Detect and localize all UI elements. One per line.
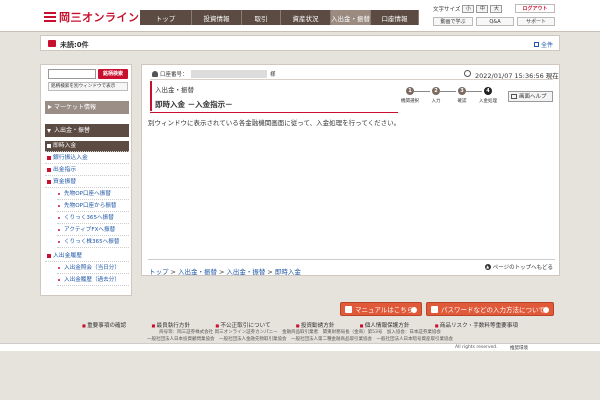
manual-button[interactable]: マニュアルはこちら (340, 302, 422, 316)
sidebar-item-kabu365[interactable]: くりっく株365へ振替 (57, 237, 129, 248)
bullet-icon (47, 168, 51, 172)
association-info-line: 一般社団法人日本投資顧問業協会 一般社団法人金融先物取引業協会 一般社団法人第二… (147, 337, 453, 342)
sidebar-item-withdraw[interactable]: 出金指示 (45, 165, 129, 176)
footer-link-best-execution[interactable]: 最良執行方針 (151, 321, 191, 329)
nav-tab-6[interactable]: 口座情報 (371, 10, 419, 25)
sidebar-section-deposit[interactable]: 入出金・振替 (45, 124, 129, 137)
copyright-text: All rights reserved. (455, 345, 498, 350)
title-divider (150, 112, 398, 113)
footer-link-privacy[interactable]: 個人情報保護方針 (360, 321, 410, 329)
sidebar-item-history-past[interactable]: 入出金履歴（過去分） (57, 275, 129, 286)
breadcrumb-immediate[interactable]: 即時入金 (275, 268, 301, 276)
footer-link-solicitation[interactable]: 投資勧誘方針 (296, 321, 335, 329)
current-datetime: 2022/01/07 15:36:56 現在 (475, 72, 559, 80)
screen-help-button[interactable]: 画面ヘルプ (508, 91, 553, 102)
content-divider (148, 259, 555, 260)
step-1: 1 機関選択 (401, 87, 419, 104)
font-size-medium-button[interactable]: 中 (476, 5, 489, 13)
search-new-window-button[interactable]: 銘柄検索を別ウィンドウで表示 (48, 82, 128, 91)
footer-link-risk[interactable]: 商品リスク・手数料等重要事項 (435, 321, 518, 329)
step-2: 2 入力 (431, 87, 441, 104)
stock-search-input[interactable] (48, 69, 96, 79)
breadcrumb-deposit-1[interactable]: 入出金・振替 (178, 268, 217, 276)
step-4: 4 入金処理 (479, 87, 497, 104)
help-icon (511, 94, 517, 99)
learn-video-button[interactable]: 動画で学ぶ (433, 17, 473, 26)
external-link-icon (533, 42, 539, 47)
instruction-message: 別ウィンドウに表示されている各金融機関画面に従って、入金処理を行ってください。 (148, 119, 401, 127)
qa-button[interactable]: Q&A (476, 17, 514, 26)
footer-links: 重要事項の確認 最良執行方針 不公正取引について 投資勧誘方針 個人情報保護方針… (82, 321, 518, 329)
account-honorific: 様 (270, 72, 276, 78)
main-panel: 口座番号： 様 2022/01/07 15:36:56 現在 入出金・振替 即時… (141, 64, 560, 276)
section-title: 入出金・振替 (155, 86, 194, 94)
footer-link-important[interactable]: 重要事項の確認 (82, 321, 126, 329)
company-info-line: 商号等：岡三証券株式会社 岡三オンライン証券カンパニー 金融商品取引業者 関東財… (159, 330, 441, 335)
sidebar-item-active-fx[interactable]: アクティブFXへ振替 (57, 225, 129, 236)
arrow-right-icon (543, 307, 549, 313)
arrow-right-icon (411, 307, 417, 313)
logo-text: 岡三オンライン (59, 11, 140, 24)
bullet-icon (47, 254, 51, 258)
font-size-large-button[interactable]: 大 (490, 5, 503, 13)
arrow-up-icon: ▲ (484, 264, 491, 270)
sidebar-item-kurikku365[interactable]: くりっく365へ振替 (57, 213, 129, 224)
account-bar: 口座番号： 様 2022/01/07 15:36:56 現在 (150, 70, 559, 80)
sidebar-item-fund-transfer[interactable]: 資金振替 (45, 177, 129, 188)
sidebar-item-to-futures[interactable]: 先物OP口座へ振替 (57, 189, 129, 200)
step-indicator: 1 機関選択 2 入力 3 確認 4 入金処理 (398, 87, 502, 109)
nav-tab-2[interactable]: 投資情報 (192, 10, 242, 25)
font-size-small-button[interactable]: 小 (462, 5, 475, 13)
password-input-guide-button[interactable]: パスワードなどの入力方法について (426, 302, 554, 316)
sidebar-item-from-futures[interactable]: 先物OP口座から振替 (57, 201, 129, 212)
message-icon (48, 40, 56, 47)
copyright-bar: All rights reserved. 推奨環境 (0, 343, 600, 351)
account-number-masked (191, 70, 267, 78)
footer-link-unfair-trading[interactable]: 不公正取引について (215, 321, 270, 329)
sidebar: 銘柄検索 銘柄検索を別ウィンドウで表示 マーケット情報 入出金・振替 即時入金 … (40, 64, 132, 296)
page-top-link[interactable]: ▲ ページのトップへもどる (484, 263, 553, 271)
recommended-env-link[interactable]: 推奨環境 (510, 345, 528, 351)
header: 岡三オンライン トップ 投資情報 取引 資産状況 入出金・振替 口座情報 文字サイズ 小 … (0, 0, 600, 32)
page-title: 即時入金 －入金指示－ (155, 100, 233, 109)
step-3: 3 確認 (457, 87, 467, 104)
sidebar-item-history-today[interactable]: 入出金照会（当日分） (57, 263, 129, 274)
support-button[interactable]: サポート (517, 17, 555, 26)
user-icon (152, 71, 158, 77)
account-number-label: 口座番号： (160, 72, 188, 78)
stock-search-button[interactable]: 銘柄検索 (98, 69, 128, 79)
nav-tab-1[interactable]: トップ (140, 10, 192, 25)
global-nav: トップ 投資情報 取引 資産状況 入出金・振替 口座情報 (140, 10, 419, 25)
sidebar-item-bank-transfer[interactable]: 銀行振込入金 (45, 153, 129, 164)
nav-tab-5[interactable]: 入出金・振替 (331, 10, 371, 25)
sidebar-item-immediate-deposit[interactable]: 即時入金 (45, 141, 129, 152)
bullet-icon (47, 156, 51, 160)
nav-tab-3[interactable]: 取引 (242, 10, 281, 25)
breadcrumb-deposit-2[interactable]: 入出金・振替 (226, 268, 265, 276)
sidebar-item-history[interactable]: 入出金履歴 (45, 251, 129, 262)
unread-count: 未読:0件 (60, 41, 89, 49)
key-icon (431, 306, 438, 313)
bullet-icon (47, 180, 51, 184)
clock-icon (464, 70, 471, 77)
breadcrumb: トップ > 入出金・振替 > 入出金・振替 > 即時入金 (149, 268, 301, 276)
breadcrumb-top[interactable]: トップ (149, 268, 169, 276)
manual-icon (345, 306, 352, 313)
logout-button[interactable]: ログアウト (515, 4, 555, 13)
font-size-label: 文字サイズ (433, 7, 461, 13)
bullet-icon (47, 144, 51, 148)
site-logo[interactable]: 岡三オンライン (44, 9, 140, 25)
sidebar-section-market-info[interactable]: マーケット情報 (45, 101, 129, 114)
nav-tab-4[interactable]: 資産状況 (281, 10, 331, 25)
title-accent-bar (150, 81, 152, 111)
all-messages-link[interactable]: 全件 (533, 40, 553, 49)
notice-bar: 未読:0件 全件 (40, 35, 560, 51)
font-size-control: 文字サイズ 小 中 大 (433, 5, 503, 13)
logo-mark-icon (44, 11, 56, 23)
